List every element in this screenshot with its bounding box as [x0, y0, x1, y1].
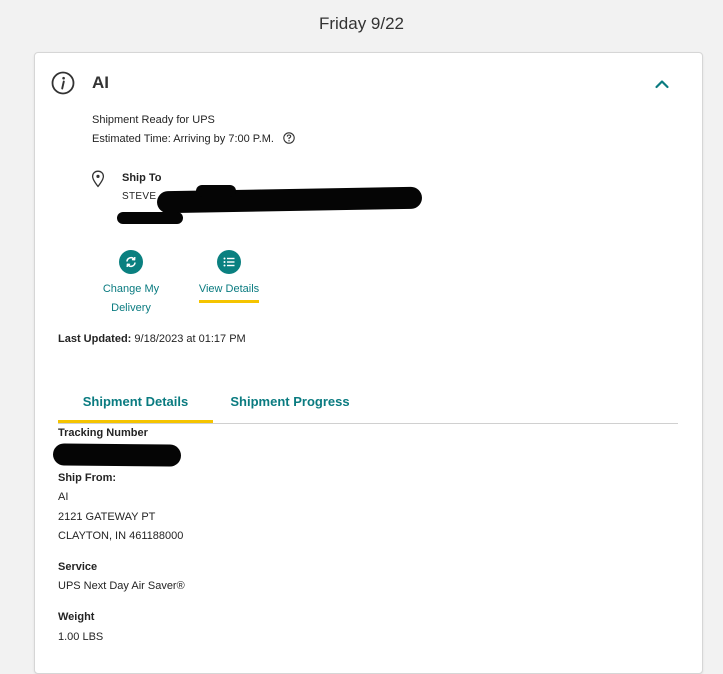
shipment-card: AI Shipment Ready for UPS Estimated Time… — [34, 52, 703, 674]
change-delivery-button[interactable]: Change My Delivery — [95, 250, 167, 318]
tab-shipment-progress[interactable]: Shipment Progress — [225, 394, 355, 423]
last-updated-value: 9/18/2023 at 01:17 PM — [134, 333, 246, 345]
estimated-time: Estimated Time: Arriving by 7:00 P.M. — [92, 133, 274, 145]
help-icon[interactable] — [283, 132, 295, 144]
estimated-time-row: Estimated Time: Arriving by 7:00 P.M. — [92, 132, 295, 145]
weight-label: Weight — [58, 611, 95, 623]
redaction-mark — [117, 212, 183, 224]
redaction-mark — [52, 443, 182, 467]
detail-tabs: Shipment Details Shipment Progress — [58, 386, 678, 424]
ship-to-name: STEVE — [122, 191, 157, 202]
ship-from-line: 2121 GATEWAY PT — [58, 511, 156, 523]
ship-from-line: AI — [58, 491, 69, 503]
service-value: UPS Next Day Air Saver® — [58, 580, 185, 592]
date-header: Friday 9/22 — [318, 14, 405, 33]
change-delivery-label-line2: Delivery — [111, 302, 151, 314]
change-delivery-label-line1: Change My — [102, 283, 160, 295]
tab-shipment-details[interactable]: Shipment Details — [58, 394, 213, 423]
ship-to-label: Ship To — [122, 172, 162, 184]
shipment-status: Shipment Ready for UPS — [92, 114, 215, 126]
redaction-mark — [196, 185, 236, 197]
refresh-icon — [119, 250, 143, 274]
last-updated-label: Last Updated: — [58, 333, 132, 345]
ship-from-label: Ship From: — [58, 472, 117, 484]
location-pin-icon — [91, 170, 105, 188]
tracking-number-label: Tracking Number — [58, 427, 148, 439]
view-details-label: View Details — [198, 280, 260, 303]
info-icon — [51, 71, 75, 95]
service-label: Service — [58, 561, 98, 573]
ship-from-line: CLAYTON, IN 461188000 — [58, 530, 184, 542]
view-details-button[interactable]: View Details — [194, 250, 264, 303]
last-updated: Last Updated: 9/18/2023 at 01:17 PM — [58, 333, 246, 345]
list-icon — [217, 250, 241, 274]
weight-value: 1.00 LBS — [58, 631, 104, 643]
chevron-up-icon[interactable] — [653, 75, 671, 93]
shipper-name: AI — [92, 73, 109, 92]
